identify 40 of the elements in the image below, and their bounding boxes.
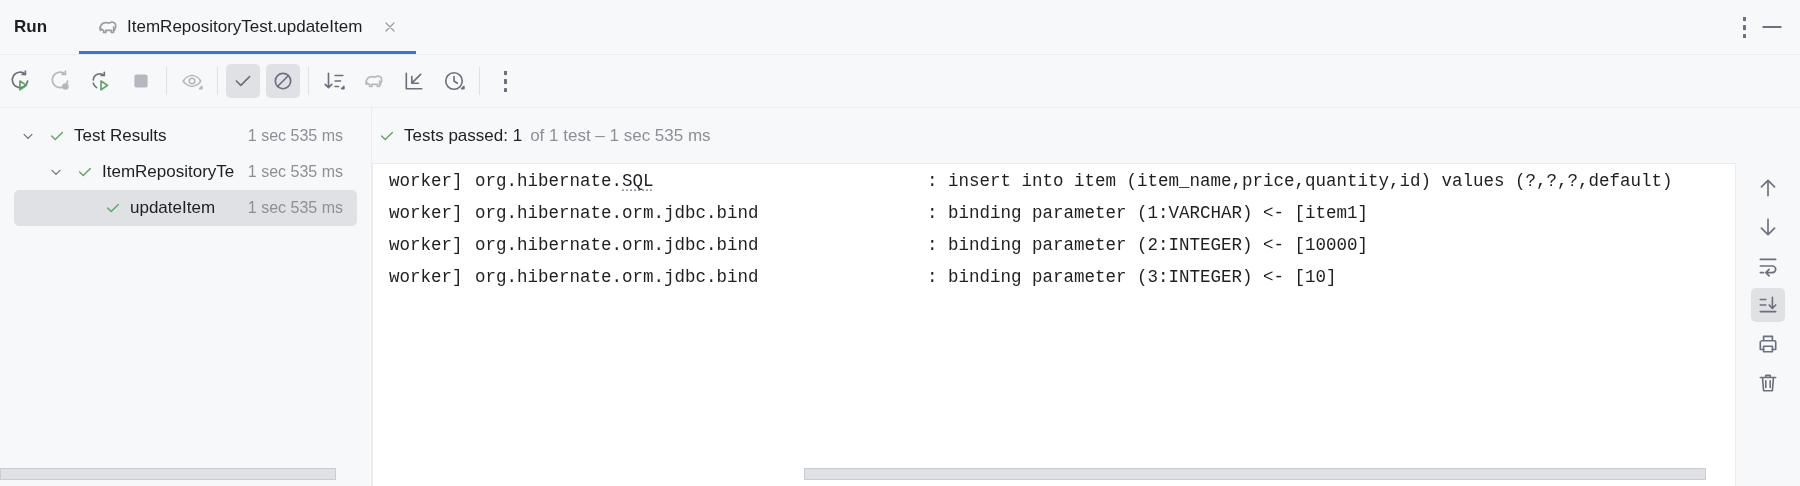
log-message: : binding parameter (1:VARCHAR) <- [item1]: [927, 202, 1369, 225]
scroll-to-end-button[interactable]: [1751, 288, 1785, 322]
log-source: org.hibernate.orm.jdbc.bind: [475, 234, 760, 257]
tree-row[interactable]: updateItem 1 sec 535 ms: [14, 190, 357, 226]
log-thread: worker]: [389, 266, 464, 289]
scrollbar-thumb[interactable]: [0, 468, 336, 480]
log-source: org.hibernate.orm.jdbc.bind: [475, 266, 760, 289]
tree-row[interactable]: Test Results 1 sec 535 ms: [14, 118, 357, 154]
arrow-down-left-icon: [403, 70, 425, 92]
clock-icon: [443, 70, 465, 92]
log-message: : insert into item (item_name,price,quantity,id) values (?,?,?,default): [927, 170, 1673, 193]
rerun-failed-icon: [50, 70, 72, 92]
printer-icon: [1757, 333, 1779, 355]
tree-row[interactable]: ItemRepositoryTe 1 sec 535 ms: [14, 154, 357, 190]
log-thread: worker]: [389, 202, 464, 225]
blocked-button[interactable]: [266, 64, 300, 98]
test-duration: 1 sec 535 ms: [246, 126, 343, 146]
scrollbar-thumb[interactable]: [804, 468, 1706, 480]
more-icon: [1743, 16, 1746, 38]
test-name: updateItem: [130, 197, 216, 220]
run-tab[interactable]: ItemRepositoryTest.updateItem: [79, 0, 417, 54]
log-message: : binding parameter (3:INTEGER) <- [10]: [927, 266, 1337, 289]
minimize-icon: [1762, 26, 1782, 28]
status-detail: of 1 test – 1 sec 535 ms: [530, 124, 711, 147]
log-source: org.hibernate.orm.jdbc.bind: [475, 202, 760, 225]
blocked-icon: [272, 70, 294, 92]
status-summary: Tests passed: 1: [404, 124, 523, 147]
more-icon: [503, 70, 507, 92]
sort-icon: [323, 70, 345, 92]
test-duration: 1 sec 535 ms: [246, 162, 343, 182]
trash-icon: [1757, 372, 1779, 394]
log-thread: worker]: [389, 170, 464, 193]
log-source: org.hibernate.SQL: [475, 170, 655, 193]
tool-window-title: Run: [14, 16, 48, 39]
log-thread: worker]: [389, 234, 464, 257]
log-message: : binding parameter (2:INTEGER) <- [10000]: [927, 234, 1369, 257]
test-name: Test Results: [74, 125, 167, 148]
check-button[interactable]: [226, 64, 260, 98]
test-name: ItemRepositoryTe: [102, 161, 235, 184]
test-duration: 1 sec 535 ms: [246, 198, 343, 218]
